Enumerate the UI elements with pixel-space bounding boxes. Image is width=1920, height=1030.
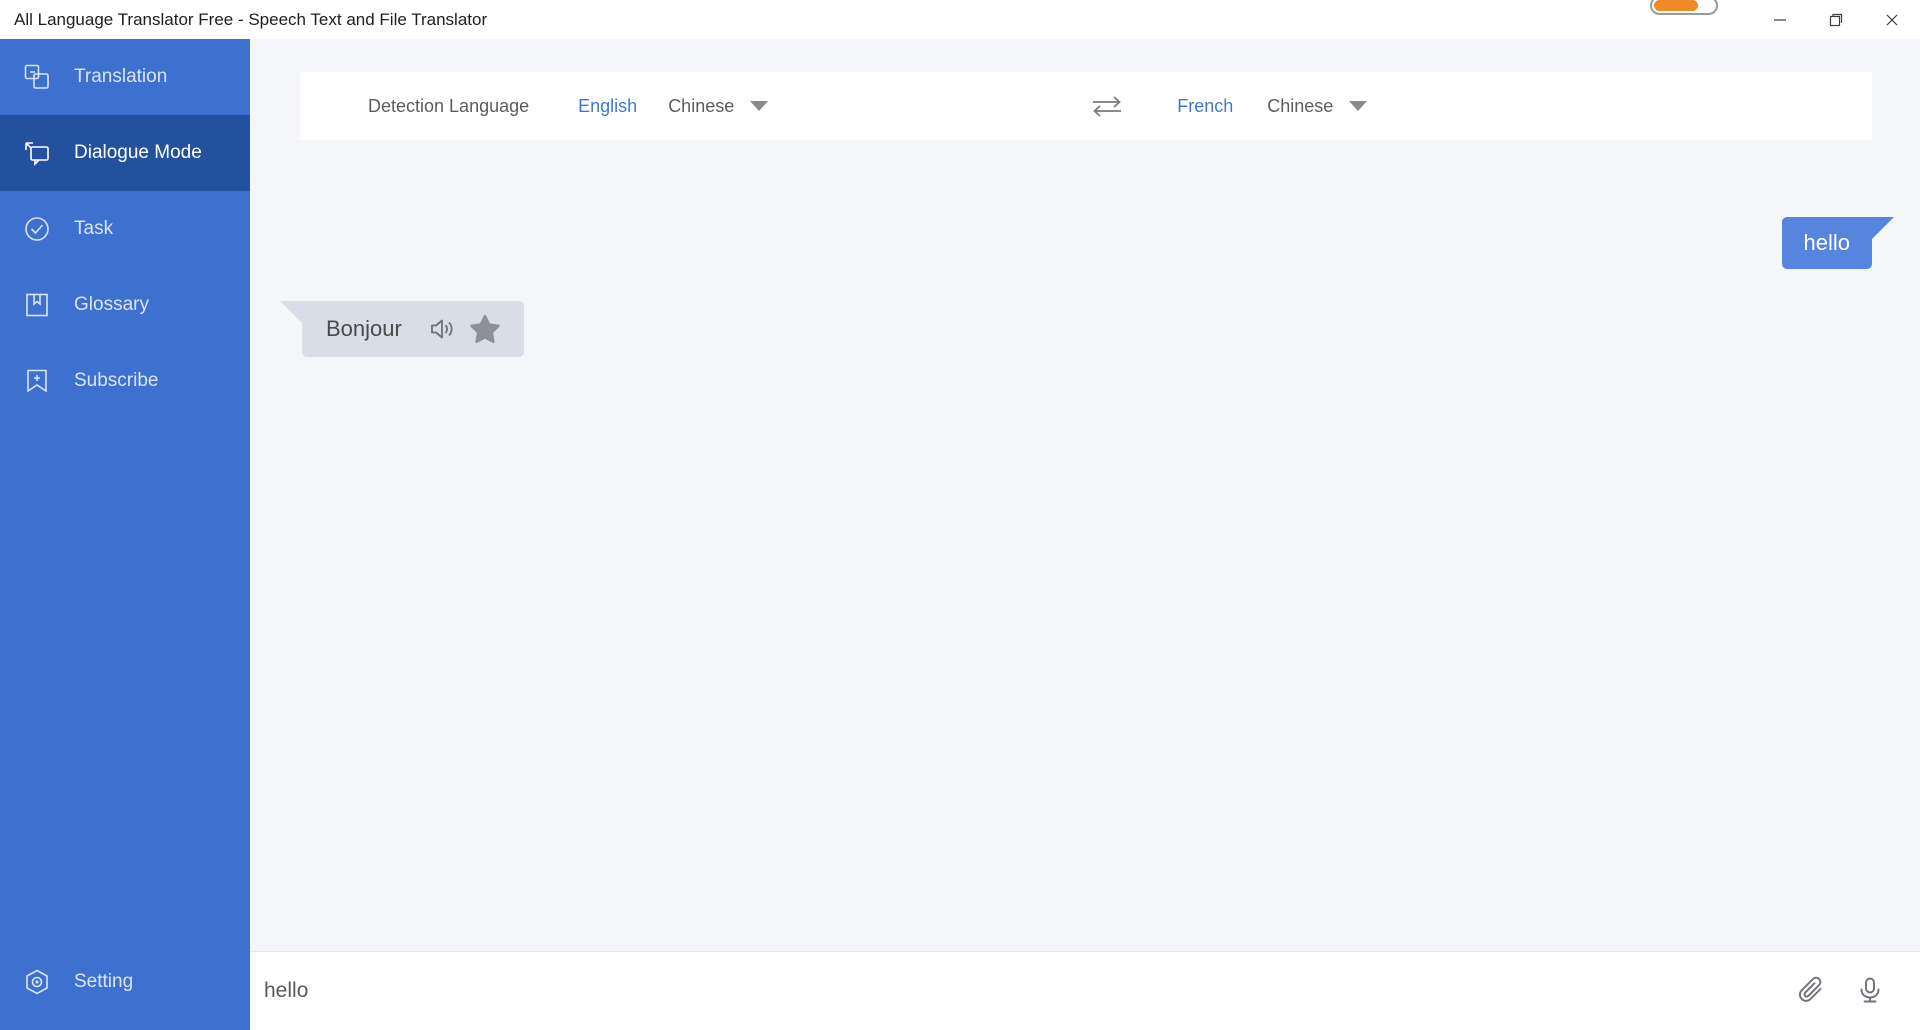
chevron-down-icon — [750, 101, 769, 111]
sidebar-item-label: Dialogue Mode — [74, 142, 202, 163]
target-language-value: Chinese — [1267, 95, 1334, 116]
chat-message-received: Bonjour — [280, 301, 524, 357]
source-language-value: Chinese — [668, 95, 735, 116]
swap-languages-button[interactable] — [1089, 93, 1125, 119]
attach-file-button[interactable] — [1786, 963, 1842, 1019]
sidebar-item-label: Subscribe — [74, 370, 159, 391]
message-input-bar — [250, 951, 1920, 1030]
sidebar-item-label: Task — [74, 218, 114, 239]
title-bar: All Language Translator Free - Speech Te… — [0, 0, 1920, 39]
translation-icon — [22, 62, 52, 92]
maximize-icon — [1829, 13, 1843, 26]
window-title: All Language Translator Free - Speech Te… — [14, 9, 488, 29]
sidebar-item-translation[interactable]: Translation — [0, 39, 250, 115]
maximize-button[interactable] — [1808, 0, 1864, 39]
sidebar-item-dialogue-mode[interactable]: Dialogue Mode — [0, 115, 250, 191]
speaker-icon — [430, 319, 453, 339]
sidebar-item-task[interactable]: Task — [0, 191, 250, 267]
minimize-button[interactable] — [1752, 0, 1808, 39]
source-language-active[interactable]: English — [578, 96, 637, 117]
subscribe-bookmark-icon — [22, 366, 52, 396]
paperclip-icon — [1799, 976, 1822, 1002]
sidebar: Translation Dialogue Mode Task Glossary … — [0, 39, 250, 1030]
chat-message-sent: hello — [1781, 217, 1895, 269]
swap-arrows-icon — [1093, 96, 1122, 117]
window-controls — [1752, 0, 1920, 39]
favorite-button[interactable] — [470, 314, 500, 344]
sidebar-item-setting[interactable]: Setting — [0, 944, 250, 1020]
minimize-icon — [1774, 18, 1786, 21]
speaker-button[interactable] — [428, 315, 456, 343]
sidebar-item-glossary[interactable]: Glossary — [0, 267, 250, 343]
sidebar-item-label: Translation — [74, 66, 168, 87]
close-icon — [1886, 14, 1898, 25]
chat-transcript: hello Bonjour — [250, 164, 1920, 989]
detection-language-label: Detection Language — [368, 95, 530, 116]
sidebar-item-subscribe[interactable]: Subscribe — [0, 343, 250, 419]
microphone-button[interactable] — [1842, 963, 1898, 1019]
target-language-active[interactable]: French — [1177, 96, 1233, 117]
setting-gear-icon — [22, 967, 52, 997]
message-text: Bonjour — [326, 316, 402, 341]
source-language-select[interactable]: Chinese — [668, 95, 769, 117]
message-bubble[interactable]: hello — [1781, 217, 1895, 269]
language-selector-bar: Detection Language English Chinese Frenc… — [300, 72, 1872, 140]
microphone-icon — [1860, 977, 1880, 1003]
glossary-book-icon — [22, 290, 52, 320]
main-content: Detection Language English Chinese Frenc… — [250, 39, 1920, 1030]
star-icon — [470, 314, 500, 344]
message-text: hello — [1803, 230, 1850, 255]
target-language-select[interactable]: Chinese — [1267, 95, 1368, 117]
progress-indicator-fill — [1654, 0, 1698, 11]
message-bubble[interactable]: Bonjour — [280, 301, 524, 357]
progress-indicator — [1650, 0, 1718, 15]
close-button[interactable] — [1864, 0, 1920, 39]
chevron-down-icon — [1349, 101, 1368, 111]
message-input[interactable] — [264, 979, 1786, 1003]
task-check-icon — [22, 214, 52, 244]
dialogue-icon — [22, 138, 52, 168]
sidebar-item-label: Setting — [74, 971, 134, 992]
sidebar-item-label: Glossary — [74, 294, 149, 315]
